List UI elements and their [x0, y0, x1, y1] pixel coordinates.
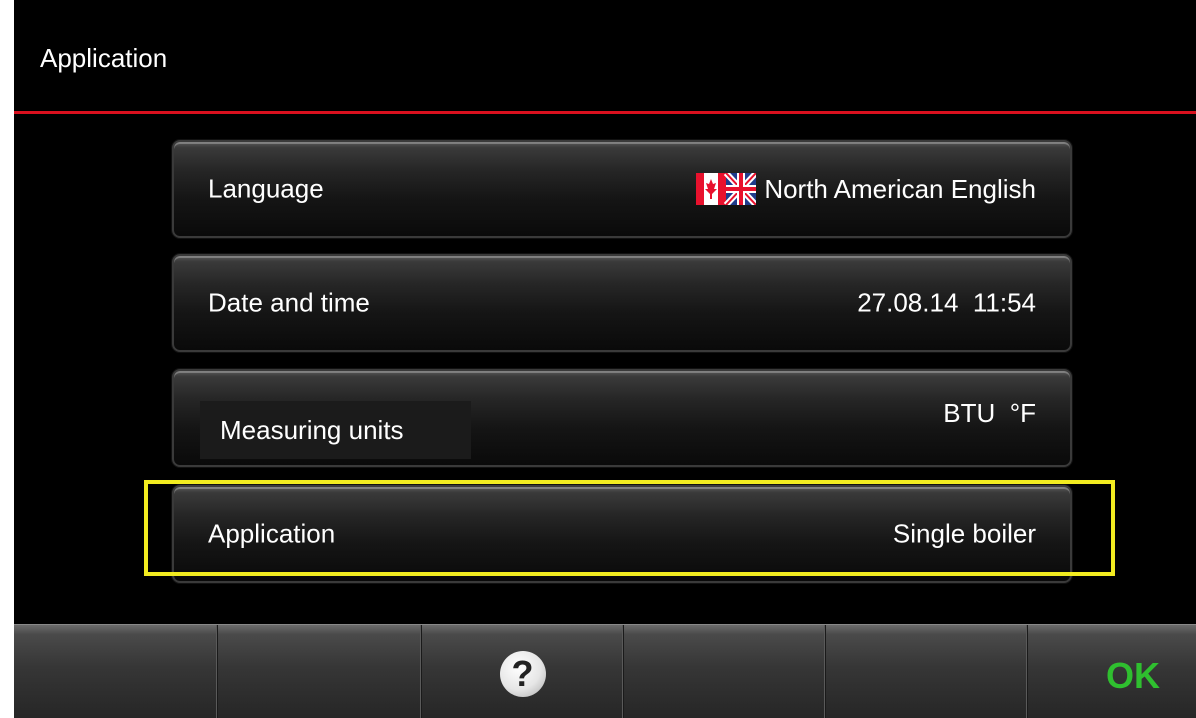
canada-uk-flag-icon	[696, 173, 757, 205]
measuring-units-tooltip-label: Measuring units	[200, 401, 471, 459]
date-time-setting-row[interactable]: Date and time 27.08.14 11:54	[172, 254, 1072, 352]
device-screen: Application Language North American Engl…	[14, 0, 1196, 718]
date-time-label: Date and time	[208, 287, 370, 318]
language-setting-row[interactable]: Language North American English	[172, 140, 1072, 238]
application-value: Single boiler	[892, 518, 1036, 549]
measuring-units-value: BTU °F	[943, 398, 1036, 429]
help-icon: ?	[499, 651, 546, 697]
application-setting-row[interactable]: Application Single boiler	[172, 485, 1072, 583]
header-divider	[14, 111, 1196, 114]
toolbar-button-2[interactable]	[218, 625, 422, 718]
language-label: Language	[208, 173, 324, 204]
help-button[interactable]: ?	[422, 625, 624, 718]
bottom-toolbar: ? OK	[14, 624, 1196, 718]
toolbar-button-1[interactable]	[14, 625, 218, 718]
date-time-value: 27.08.14 11:54	[857, 287, 1036, 318]
ok-label: OK	[1106, 655, 1160, 697]
language-value-text: North American English	[764, 173, 1036, 204]
toolbar-button-4[interactable]	[624, 625, 826, 718]
toolbar-button-5[interactable]	[826, 625, 1028, 718]
language-value: North American English	[696, 173, 1036, 205]
ok-button[interactable]: OK	[1028, 625, 1196, 718]
application-label: Application	[208, 518, 336, 549]
page-title: Application	[40, 43, 168, 73]
header: Application	[14, 0, 1196, 111]
